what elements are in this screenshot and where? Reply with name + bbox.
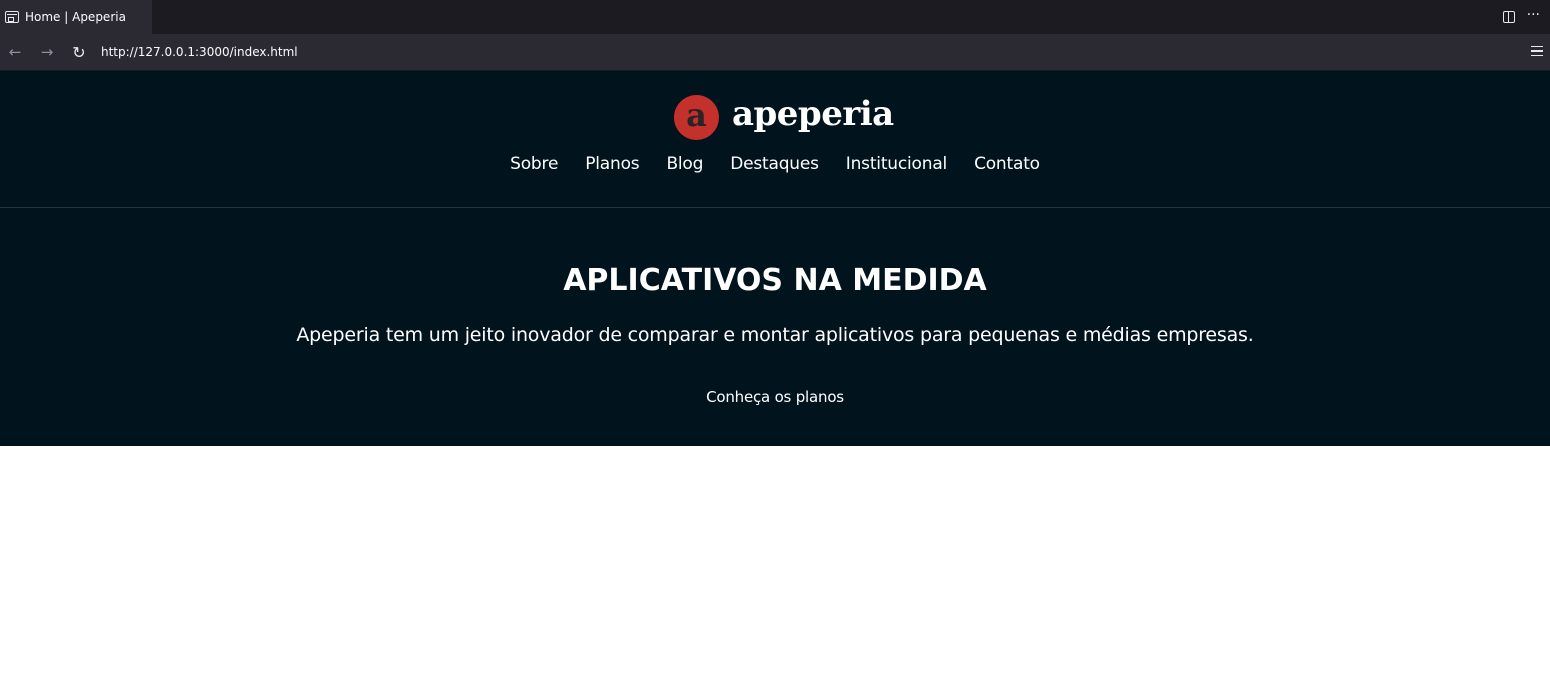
- site-page: a apeperia Sobre Planos Blog Destaques I…: [0, 71, 1550, 446]
- brand-logo-icon: a: [674, 94, 719, 140]
- url-bar[interactable]: http://127.0.0.1:3000/index.html: [101, 34, 298, 70]
- nav-link-sobre[interactable]: Sobre: [510, 154, 558, 174]
- browser-tab[interactable]: Home | Apeperia: [0, 0, 152, 34]
- cta-plans-link[interactable]: Conheça os planos: [706, 388, 844, 406]
- forward-arrow-icon[interactable]: →: [35, 34, 59, 70]
- tab-title: Home | Apeperia: [25, 10, 126, 24]
- nav-link-destaques[interactable]: Destaques: [730, 154, 819, 174]
- brand-name: apeperia: [732, 94, 894, 134]
- hero-title: APLICATIVOS NA MEDIDA: [563, 263, 987, 298]
- nav-link-planos[interactable]: Planos: [585, 154, 639, 174]
- reload-icon[interactable]: ↻: [67, 34, 91, 70]
- tabbar-controls: ···: [1502, 0, 1540, 34]
- back-arrow-icon[interactable]: ←: [3, 34, 27, 70]
- brand[interactable]: a apeperia: [674, 94, 894, 140]
- browser-navbar: ← → ↻ http://127.0.0.1:3000/index.html: [0, 34, 1550, 71]
- main-nav: Sobre Planos Blog Destaques Instituciona…: [0, 154, 1550, 174]
- site-header: a apeperia Sobre Planos Blog Destaques I…: [0, 71, 1550, 208]
- hero-text: Apeperia tem um jeito inovador de compar…: [296, 324, 1254, 346]
- split-view-icon[interactable]: [1502, 11, 1515, 23]
- hamburger-menu-icon[interactable]: [1531, 46, 1543, 56]
- browser-tabbar: Home | Apeperia ···: [0, 0, 1550, 34]
- hero-cta-wrapper: Conheça os planos: [0, 387, 1550, 406]
- nav-link-blog[interactable]: Blog: [666, 154, 703, 174]
- more-options-icon[interactable]: ···: [1527, 8, 1540, 22]
- page-icon: [5, 11, 19, 23]
- nav-link-institucional[interactable]: Institucional: [846, 154, 947, 174]
- nav-link-contato[interactable]: Contato: [974, 154, 1040, 174]
